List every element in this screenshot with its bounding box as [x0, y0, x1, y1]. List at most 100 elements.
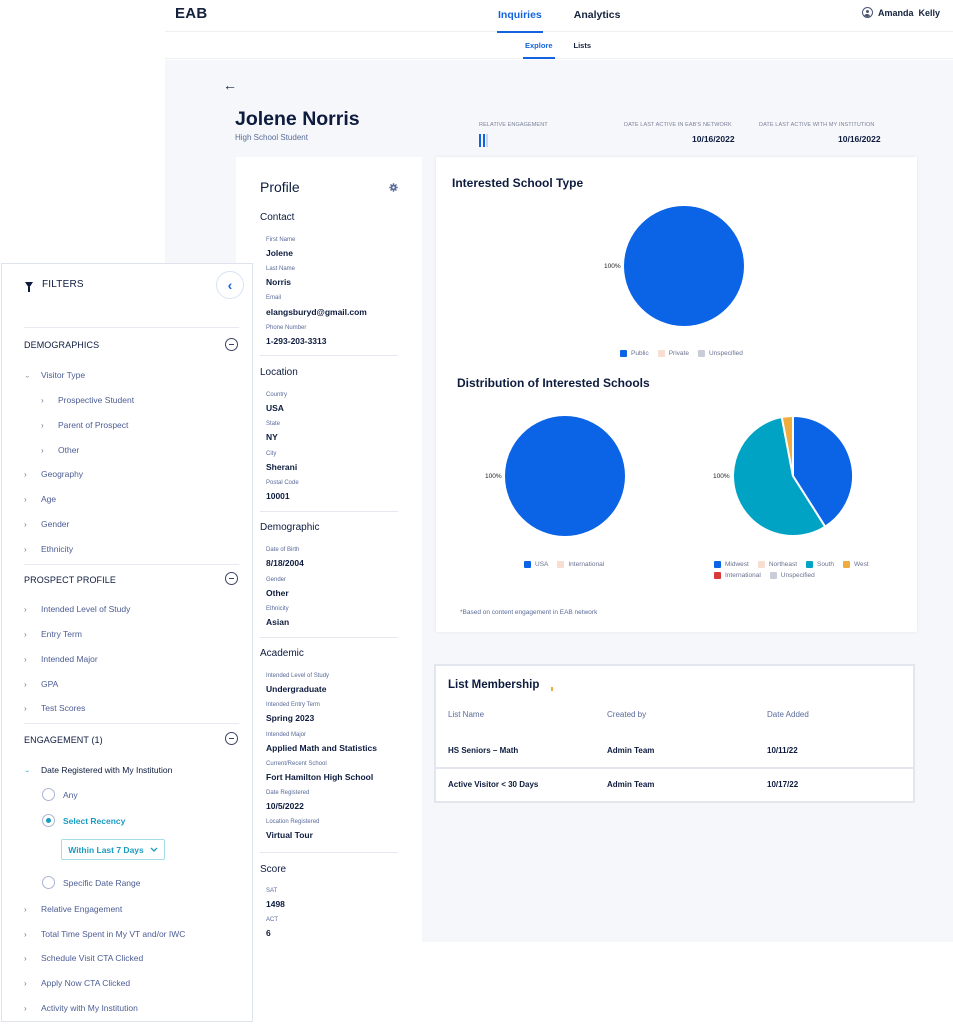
chevron-right-icon: › — [41, 420, 44, 430]
tab-analytics[interactable]: Analytics — [574, 0, 621, 32]
legend-item-usa[interactable]: USA — [524, 561, 548, 568]
date-registered-label: Date Registered — [266, 790, 310, 796]
filter-gender[interactable]: › Gender — [24, 519, 69, 529]
filter-age[interactable]: › Age — [24, 494, 56, 504]
filter-date-registered[interactable]: ⌄ Date Registered with My Institution — [24, 765, 172, 775]
legend-item-west[interactable]: West — [843, 561, 869, 568]
filter-visitor-type[interactable]: ⌄ Visitor Type — [24, 370, 85, 380]
filter-entry-term[interactable]: › Entry Term — [24, 629, 82, 639]
legend-item-unspecified[interactable]: Unspecified — [697, 350, 743, 357]
email-value: elangsburyd@gmail.com — [266, 307, 367, 317]
chevron-right-icon: › — [24, 929, 27, 939]
filter-gpa[interactable]: › GPA — [24, 679, 58, 689]
profile-card: Profile Contact First Name Jolene Last N… — [236, 157, 422, 942]
engagement-bar — [479, 134, 481, 147]
collapse-engagement-icon[interactable] — [225, 732, 238, 745]
filter-parent-of-prospect[interactable]: › Parent of Prospect — [41, 420, 128, 430]
legend-label: USA — [535, 561, 549, 568]
act-value: 6 — [266, 928, 271, 938]
filter-relative-engagement[interactable]: › Relative Engagement — [24, 904, 122, 914]
filters-header: FILTERS — [25, 279, 84, 292]
chevron-down-icon: ⌄ — [24, 371, 31, 379]
relative-engagement-meter — [479, 134, 488, 147]
radio-select-recency[interactable]: Select Recency — [42, 814, 125, 827]
radio-button-checked[interactable] — [42, 814, 55, 827]
divider — [24, 723, 239, 724]
chevron-right-icon: › — [24, 629, 27, 639]
collapse-prospect-profile-icon[interactable] — [225, 572, 238, 585]
filter-ethnicity[interactable]: › Ethnicity — [24, 544, 73, 554]
sat-value: 1498 — [266, 899, 285, 909]
legend-item-south[interactable]: South — [806, 561, 834, 568]
filter-schedule-visit-cta[interactable]: › Schedule Visit CTA Clicked — [24, 953, 143, 963]
chevron-right-icon: › — [24, 494, 27, 504]
recency-dropdown[interactable]: Within Last 7 Days — [61, 839, 165, 860]
legend-swatch — [657, 350, 665, 357]
filter-test-scores[interactable]: › Test Scores — [24, 703, 85, 713]
tab-explore[interactable]: Explore — [523, 32, 555, 59]
table-row[interactable]: Active Visitor < 30 Days Admin Team 10/1… — [436, 767, 913, 800]
radio-button[interactable] — [42, 788, 55, 801]
radio-any[interactable]: Any — [42, 788, 78, 801]
column-header-created-by[interactable]: Created by — [607, 710, 646, 719]
entry-term-label: Intended Entry Term — [266, 702, 320, 708]
filter-apply-now-cta[interactable]: › Apply Now CTA Clicked — [24, 978, 130, 988]
user-menu[interactable]: Amanda Kelly — [861, 7, 940, 18]
country-value: USA — [266, 403, 284, 413]
filter-intended-level-of-study[interactable]: › Intended Level of Study — [24, 604, 130, 614]
filter-prospective-student[interactable]: › Prospective Student — [41, 395, 134, 405]
table-row[interactable]: HS Seniors – Math Admin Team 10/11/22 — [436, 734, 913, 767]
pie-slice-public[interactable] — [624, 206, 744, 326]
location-registered-value: Virtual Tour — [266, 830, 313, 840]
chevron-right-icon: › — [24, 679, 27, 689]
country-legend: USA International — [524, 561, 604, 568]
filter-geography[interactable]: › Geography — [24, 469, 83, 479]
legend-item-public[interactable]: Public — [620, 350, 649, 357]
postal-code-label: Postal Code — [266, 480, 299, 486]
state-value: NY — [266, 432, 278, 442]
tab-inquiries[interactable]: Inquiries — [497, 0, 543, 33]
filters-panel: FILTERS ‹ DEMOGRAPHICS ⌄ Visitor Type › Pr… — [1, 263, 253, 1022]
radio-button[interactable] — [42, 876, 55, 889]
postal-code-value: 10001 — [266, 491, 290, 501]
tab-lists[interactable]: Lists — [574, 32, 592, 59]
legend-item-midwest[interactable]: Midwest — [714, 561, 749, 568]
filter-total-time-spent[interactable]: › Total Time Spent in My VT and/or IWC — [24, 929, 185, 939]
radio-specific-date-range[interactable]: Specific Date Range — [42, 876, 141, 889]
gear-icon[interactable] — [389, 183, 398, 192]
legend-item-international[interactable]: International — [714, 572, 761, 579]
gender-label: Gender — [266, 577, 287, 583]
legend-item-international[interactable]: International — [557, 561, 604, 568]
list-membership-card: List Membership List Name Created by Dat… — [434, 664, 915, 803]
legend-item-northeast[interactable]: Northeast — [757, 561, 797, 568]
column-header-date-added[interactable]: Date Added — [767, 710, 809, 719]
sat-label: SAT — [266, 888, 278, 894]
date-added-cell: 10/17/22 — [767, 780, 799, 789]
chevron-right-icon: › — [24, 604, 27, 614]
app-window: EAB Inquiries Analytics Amanda Kelly Exp… — [165, 0, 953, 942]
eab-logo[interactable]: EAB — [175, 5, 208, 22]
ethnicity-label: Ethnicity — [266, 606, 289, 612]
chevron-right-icon: › — [24, 978, 27, 988]
chevron-down-icon — [150, 847, 158, 852]
collapse-demographics-icon[interactable] — [225, 338, 238, 351]
back-arrow-icon[interactable]: ← — [223, 78, 237, 92]
column-header-list-name[interactable]: List Name — [448, 710, 484, 719]
filter-activity-with-institution[interactable]: › Activity with My Institution — [24, 1003, 138, 1013]
legend-item-unspecified[interactable]: Unspecified — [769, 572, 815, 579]
charts-footnote: *Based on content engagement in EAB netw… — [460, 609, 598, 616]
recency-value: Within Last 7 Days — [68, 844, 144, 855]
section-divider — [260, 852, 398, 853]
region-pie-chart — [732, 415, 854, 537]
collapse-filters-button[interactable]: ‹ — [216, 271, 244, 299]
sub-tabs: Explore Lists — [523, 32, 592, 59]
filter-other[interactable]: › Other — [41, 445, 79, 455]
pie-slice-usa[interactable] — [505, 416, 625, 536]
legend-label: Unspecified — [780, 572, 815, 579]
list-name-cell: HS Seniors – Math — [448, 746, 519, 755]
divider — [24, 564, 239, 565]
legend-item-private[interactable]: Private — [657, 350, 689, 357]
location-heading: Location — [260, 367, 298, 378]
entry-term-value: Spring 2023 — [266, 713, 315, 723]
filter-intended-major[interactable]: › Intended Major — [24, 654, 98, 664]
